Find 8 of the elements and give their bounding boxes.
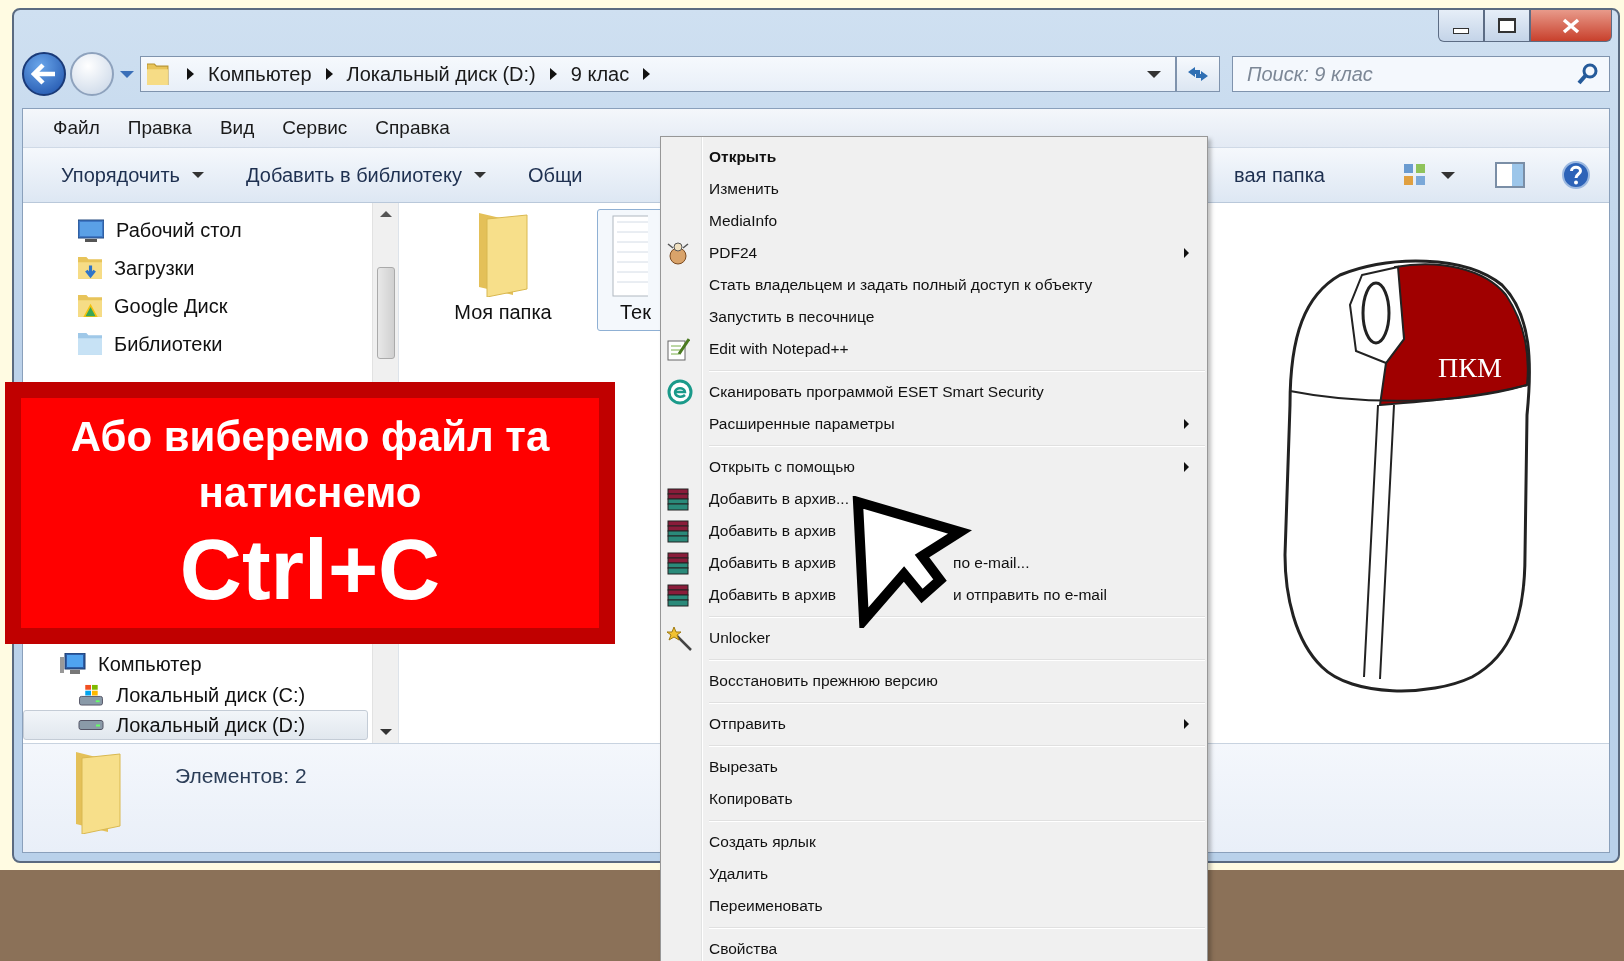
menu-item-text: по e-mail...: [953, 554, 1030, 572]
mouse-button-label: ПКМ: [1438, 352, 1502, 383]
shortcut-text: Ctrl+C: [179, 521, 441, 617]
file-name: Тек: [619, 301, 651, 324]
menu-item-text: и отправить по e-mail: [953, 586, 1107, 604]
callout-text: Або виберемо файл та натиснемо: [69, 412, 551, 518]
file-name: Моя папка: [454, 301, 552, 324]
item-count: Элементов: 2: [175, 764, 307, 788]
